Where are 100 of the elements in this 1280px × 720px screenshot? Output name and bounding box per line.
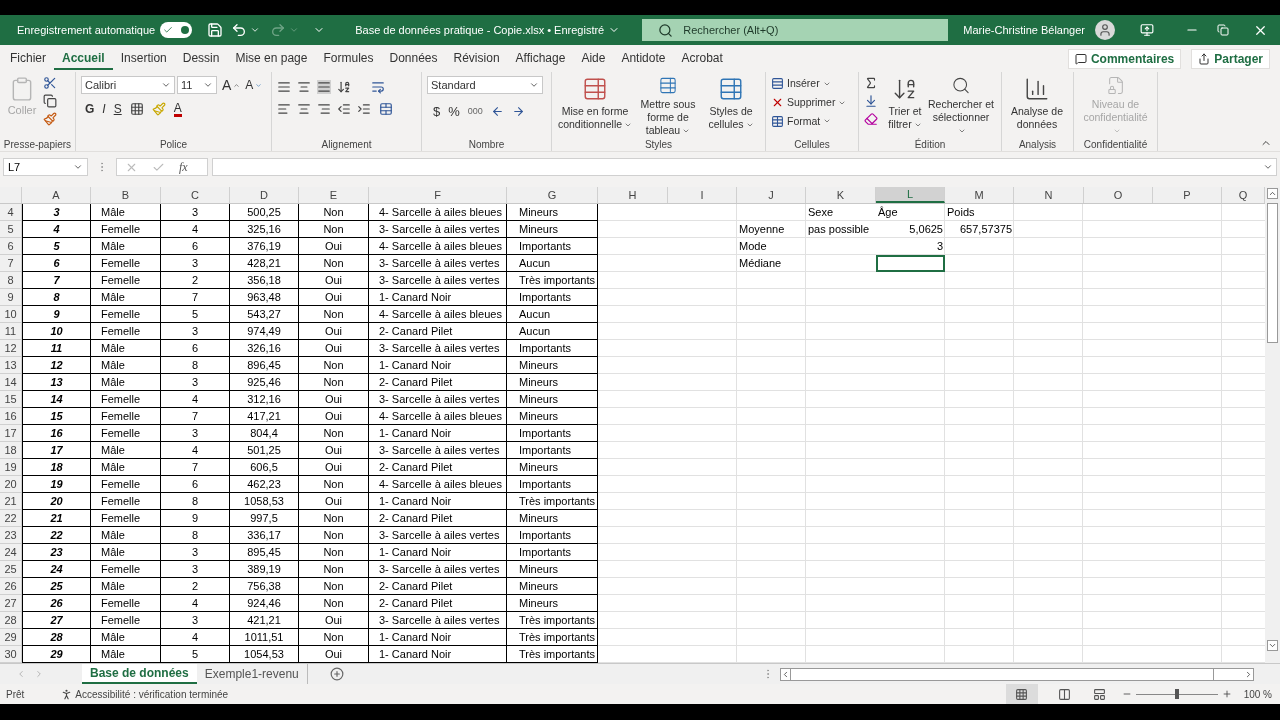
menu-tab[interactable]: Insertion xyxy=(112,47,175,70)
row-header[interactable]: 20 xyxy=(0,476,22,493)
editing-button[interactable]: Rechercher et sélectionner xyxy=(928,76,994,137)
normal-view-button[interactable] xyxy=(1005,684,1038,704)
styles-button[interactable]: Mettre sous forme de tableau xyxy=(633,76,703,137)
scroll-left-icon[interactable] xyxy=(781,669,790,679)
save-icon[interactable] xyxy=(207,22,224,38)
autosave-toggle[interactable] xyxy=(160,22,193,38)
horizontal-scrollbar[interactable] xyxy=(780,667,1254,681)
column-header[interactable]: P xyxy=(1153,187,1222,203)
align-left-icon[interactable] xyxy=(277,102,291,116)
row-header[interactable]: 10 xyxy=(0,306,22,323)
row-header[interactable]: 4 xyxy=(0,204,22,221)
column-header[interactable]: I xyxy=(668,187,737,203)
comments-button[interactable]: Commentaires xyxy=(1067,48,1182,69)
column-header[interactable]: M xyxy=(945,187,1014,203)
row-header[interactable]: 6 xyxy=(0,238,22,255)
row-header[interactable]: 29 xyxy=(0,629,22,646)
scroll-right-icon[interactable] xyxy=(1244,669,1253,679)
column-header[interactable]: A xyxy=(22,187,91,203)
cells-button[interactable]: Insérer xyxy=(771,76,847,92)
row-header[interactable]: 28 xyxy=(0,612,22,629)
column-header[interactable]: C xyxy=(161,187,230,203)
page-layout-icon[interactable] xyxy=(1057,687,1071,701)
avatar-icon[interactable] xyxy=(1095,20,1115,40)
sum-icon[interactable] xyxy=(864,76,878,90)
accessibility-status[interactable]: Accessibilité : vérification terminée xyxy=(75,686,229,702)
editing-button[interactable]: Trier et filtrer xyxy=(882,76,928,137)
insert-function-button[interactable]: fx xyxy=(179,158,188,176)
row-header[interactable]: 5 xyxy=(0,221,22,238)
menu-tab[interactable]: Dessin xyxy=(174,47,228,70)
fill-color-icon[interactable] xyxy=(151,102,166,116)
underline-button[interactable]: S xyxy=(113,100,122,118)
row-header[interactable]: 23 xyxy=(0,527,22,544)
align-top-icon[interactable] xyxy=(277,80,291,94)
row-header[interactable]: 8 xyxy=(0,272,22,289)
fill-icon[interactable] xyxy=(864,94,878,108)
zoom-thumb[interactable] xyxy=(1174,689,1179,699)
menu-tab[interactable]: Fichier xyxy=(2,47,54,70)
grow-font-button[interactable]: A xyxy=(222,78,232,92)
eraser-icon[interactable] xyxy=(864,112,878,126)
sheet-tab[interactable]: Base de données xyxy=(82,664,197,684)
row-header[interactable]: 27 xyxy=(0,595,22,612)
styles-button[interactable]: Styles de cellules xyxy=(703,76,759,137)
row-header[interactable]: 30 xyxy=(0,646,22,663)
menu-tab[interactable]: Révision xyxy=(445,47,508,70)
menu-tab[interactable]: Formules xyxy=(315,47,382,70)
row-header[interactable]: 25 xyxy=(0,561,22,578)
row-header[interactable]: 26 xyxy=(0,578,22,595)
ribbon-display-icon[interactable] xyxy=(1140,23,1154,37)
column-header[interactable]: G xyxy=(507,187,598,203)
menu-tab[interactable]: Accueil xyxy=(54,47,113,70)
column-header[interactable]: H xyxy=(598,187,668,203)
column-header[interactable]: J xyxy=(737,187,806,203)
add-sheet-icon[interactable] xyxy=(329,667,344,681)
percent-button[interactable]: % xyxy=(448,102,460,122)
font-name-field[interactable]: Calibri xyxy=(81,76,175,94)
row-header[interactable]: 9 xyxy=(0,289,22,306)
menu-tab[interactable]: Mise en page xyxy=(227,47,316,70)
vertical-scrollbar[interactable] xyxy=(1265,187,1280,663)
page-break-icon[interactable] xyxy=(1092,687,1106,701)
data-analysis-button[interactable]: Analyse de données xyxy=(1007,76,1067,137)
row-header[interactable]: 24 xyxy=(0,544,22,561)
arrow-left-icon[interactable] xyxy=(490,105,504,119)
row-header[interactable]: 13 xyxy=(0,357,22,374)
column-header[interactable]: F xyxy=(369,187,507,203)
wrap-text-icon[interactable] xyxy=(371,80,385,94)
menu-tab[interactable]: Acrobat xyxy=(673,47,731,70)
indent-increase-icon[interactable] xyxy=(357,102,371,116)
cut-icon[interactable] xyxy=(43,76,57,90)
row-header[interactable]: 19 xyxy=(0,459,22,476)
shrink-font-button[interactable]: A xyxy=(245,79,254,91)
column-header[interactable]: N xyxy=(1014,187,1084,203)
borders-icon[interactable] xyxy=(129,102,144,116)
align-middle-icon[interactable] xyxy=(297,80,311,94)
row-header[interactable]: 17 xyxy=(0,425,22,442)
arrow-right-icon[interactable] xyxy=(511,105,525,119)
zoom-slider[interactable] xyxy=(1135,689,1218,699)
zoom-percent[interactable]: 100 % xyxy=(1243,686,1272,702)
align-right-icon[interactable] xyxy=(317,102,331,116)
bold-button[interactable]: G xyxy=(85,100,95,118)
styles-button[interactable]: Mise en forme conditionnelle xyxy=(557,76,633,137)
row-header[interactable]: 15 xyxy=(0,391,22,408)
orientation-icon[interactable] xyxy=(337,80,351,94)
column-header[interactable]: O xyxy=(1084,187,1153,203)
menu-tab[interactable]: Données xyxy=(381,47,446,70)
scroll-down-icon[interactable] xyxy=(1267,640,1278,651)
merge-icon[interactable] xyxy=(379,102,393,116)
share-button[interactable]: Partager xyxy=(1191,48,1270,69)
formula-input[interactable] xyxy=(212,158,1277,176)
menu-tab[interactable]: Aide xyxy=(573,47,614,70)
row-header[interactable]: 16 xyxy=(0,408,22,425)
column-header[interactable]: B xyxy=(91,187,161,203)
font-color-button[interactable]: A xyxy=(173,101,182,117)
currency-button[interactable]: $ xyxy=(433,102,441,122)
row-header[interactable]: 22 xyxy=(0,510,22,527)
indent-decrease-icon[interactable] xyxy=(337,102,351,116)
name-box[interactable]: L7 xyxy=(3,158,88,176)
row-header[interactable]: 21 xyxy=(0,493,22,510)
scroll-up-icon[interactable] xyxy=(1267,188,1278,199)
